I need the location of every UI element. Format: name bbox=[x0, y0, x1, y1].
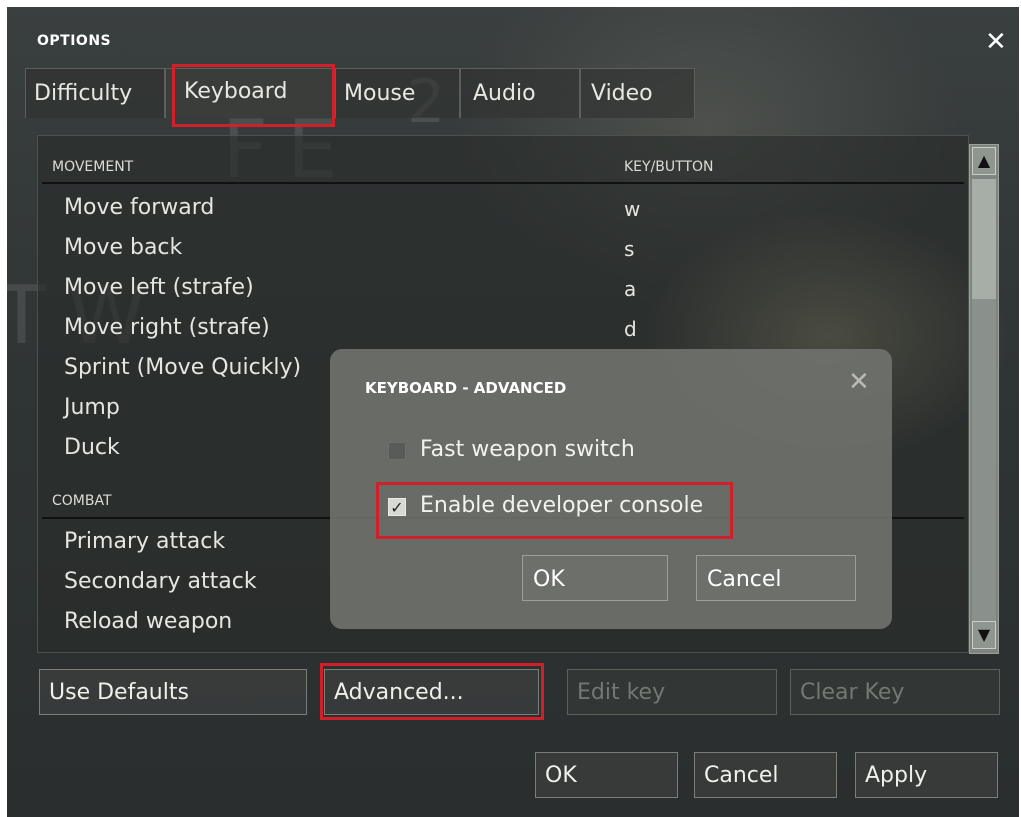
close-icon[interactable]: ✕ bbox=[985, 29, 1007, 55]
key-value: d bbox=[624, 317, 637, 341]
movement-header: MOVEMENT bbox=[52, 159, 134, 175]
list-item[interactable]: Move left (strafe) bbox=[64, 275, 254, 300]
dialog-ok-button[interactable]: OK bbox=[522, 555, 668, 601]
apply-button[interactable]: Apply bbox=[855, 752, 998, 798]
cancel-button[interactable]: Cancel bbox=[694, 752, 837, 798]
list-item[interactable]: Reload weapon bbox=[64, 609, 232, 634]
tab-label: Audio bbox=[473, 81, 536, 106]
tab-audio[interactable]: Audio bbox=[460, 68, 580, 118]
dialog-cancel-button[interactable]: Cancel bbox=[696, 555, 856, 601]
options-window: F E 2 T W OPTIONS ✕ Difficulty Keyboard … bbox=[7, 7, 1019, 817]
edit-key-button[interactable]: Edit key bbox=[567, 669, 777, 715]
list-item[interactable]: Secondary attack bbox=[64, 569, 257, 594]
list-item[interactable]: Sprint (Move Quickly) bbox=[64, 355, 301, 380]
list-item[interactable]: Move forward bbox=[64, 195, 214, 220]
ok-button[interactable]: OK bbox=[535, 752, 678, 798]
list-item[interactable]: Primary attack bbox=[64, 529, 225, 554]
key-value: s bbox=[624, 237, 635, 261]
list-item[interactable]: Move right (strafe) bbox=[64, 315, 270, 340]
combat-header: COMBAT bbox=[52, 493, 112, 509]
scrollbar-thumb[interactable] bbox=[972, 179, 996, 299]
scroll-up-icon[interactable]: ▲ bbox=[972, 147, 996, 175]
key-button-header: KEY/BUTTON bbox=[624, 159, 714, 175]
tab-label: Mouse bbox=[344, 81, 416, 106]
window-title: OPTIONS bbox=[37, 33, 112, 49]
list-item[interactable]: Move back bbox=[64, 235, 182, 260]
enable-developer-console-checkbox[interactable]: ✓ bbox=[388, 498, 406, 516]
tab-mouse[interactable]: Mouse bbox=[335, 68, 460, 118]
tab-label: Keyboard bbox=[184, 79, 288, 104]
scroll-down-icon[interactable]: ▼ bbox=[972, 621, 996, 649]
close-icon[interactable]: ✕ bbox=[848, 369, 870, 395]
tab-label: Difficulty bbox=[34, 81, 133, 106]
header-divider bbox=[42, 182, 964, 184]
keyboard-advanced-dialog: KEYBOARD - ADVANCED ✕ Fast weapon switch… bbox=[330, 349, 892, 629]
key-value: a bbox=[624, 277, 637, 301]
use-defaults-button[interactable]: Use Defaults bbox=[39, 669, 307, 715]
tab-keyboard[interactable]: Keyboard bbox=[165, 68, 335, 118]
tab-label: Video bbox=[591, 81, 653, 106]
advanced-button[interactable]: Advanced... bbox=[324, 669, 539, 715]
enable-developer-console-label: Enable developer console bbox=[420, 493, 704, 518]
tab-difficulty[interactable]: Difficulty bbox=[25, 68, 165, 118]
fast-weapon-switch-label: Fast weapon switch bbox=[420, 437, 635, 462]
fast-weapon-switch-checkbox[interactable] bbox=[388, 442, 406, 460]
clear-key-button[interactable]: Clear Key bbox=[790, 669, 1000, 715]
key-value: w bbox=[624, 197, 641, 221]
tab-video[interactable]: Video bbox=[580, 68, 695, 118]
list-item[interactable]: Jump bbox=[64, 395, 120, 420]
dialog-title: KEYBOARD - ADVANCED bbox=[365, 379, 567, 397]
list-item[interactable]: Duck bbox=[64, 435, 120, 460]
